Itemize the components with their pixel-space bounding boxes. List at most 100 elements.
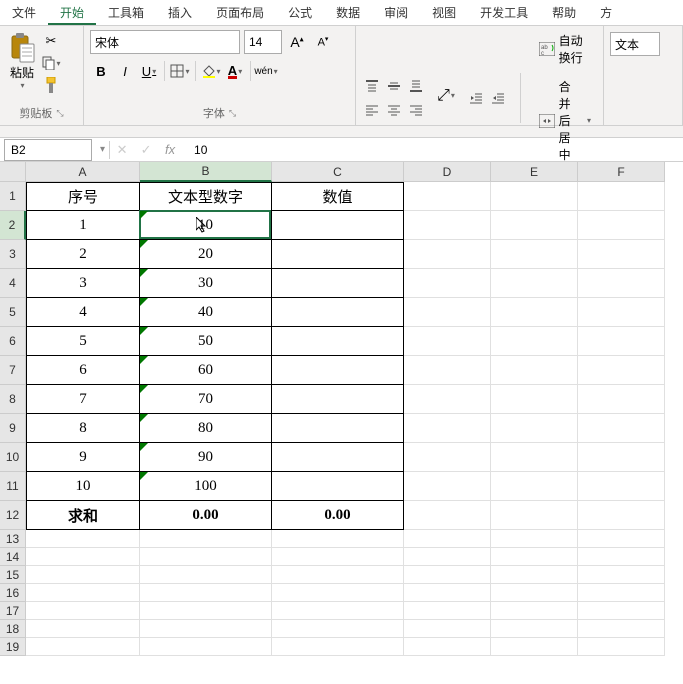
tab-data[interactable]: 数据 — [324, 0, 372, 25]
chevron-down-icon[interactable]: ▾ — [96, 144, 109, 155]
cell[interactable] — [491, 602, 578, 620]
italic-button[interactable]: I — [114, 60, 136, 82]
cell[interactable] — [404, 602, 491, 620]
col-header-b[interactable]: B — [140, 162, 272, 182]
cell[interactable] — [404, 182, 491, 211]
decrease-indent-button[interactable] — [466, 88, 486, 108]
cell[interactable] — [140, 638, 272, 656]
cell[interactable] — [26, 548, 140, 566]
cell[interactable] — [491, 240, 578, 269]
cell[interactable]: 8 — [26, 414, 140, 443]
cell[interactable] — [491, 356, 578, 385]
cell[interactable] — [578, 356, 665, 385]
font-name-input[interactable] — [90, 30, 240, 54]
cell[interactable] — [578, 211, 665, 240]
row-header-10[interactable]: 10 — [0, 443, 26, 472]
row-header-18[interactable]: 18 — [0, 620, 26, 638]
spreadsheet-grid[interactable]: A B C D E F 1234567891011121314151617181… — [0, 162, 683, 656]
cell[interactable] — [272, 356, 404, 385]
cell[interactable] — [491, 414, 578, 443]
tab-file[interactable]: 文件 — [0, 0, 48, 25]
cell[interactable] — [578, 443, 665, 472]
align-bottom-button[interactable] — [406, 76, 426, 96]
cell[interactable]: 60 — [140, 356, 272, 385]
cell[interactable] — [140, 566, 272, 584]
row-header-16[interactable]: 16 — [0, 584, 26, 602]
cell[interactable] — [578, 638, 665, 656]
cell[interactable] — [578, 414, 665, 443]
cell[interactable] — [272, 602, 404, 620]
cell[interactable] — [404, 472, 491, 501]
cell[interactable] — [578, 182, 665, 211]
cell[interactable]: 2 — [26, 240, 140, 269]
cell[interactable] — [140, 548, 272, 566]
cell[interactable] — [404, 327, 491, 356]
row-header-11[interactable]: 11 — [0, 472, 26, 501]
cell[interactable] — [578, 602, 665, 620]
expand-icon[interactable]: ⤡ — [56, 108, 63, 119]
cell[interactable]: 80 — [140, 414, 272, 443]
col-header-f[interactable]: F — [578, 162, 665, 182]
tab-page-layout[interactable]: 页面布局 — [204, 0, 276, 25]
cell[interactable]: 0.00 — [140, 501, 272, 530]
cell[interactable]: 5 — [26, 327, 140, 356]
cell[interactable]: 10 — [140, 211, 272, 240]
cell[interactable] — [578, 472, 665, 501]
cell[interactable] — [26, 638, 140, 656]
cell[interactable] — [491, 269, 578, 298]
font-color-button[interactable]: A ▾ — [224, 60, 246, 82]
cell[interactable] — [404, 356, 491, 385]
cell[interactable] — [578, 584, 665, 602]
cell[interactable] — [404, 638, 491, 656]
row-header-2[interactable]: 2 — [0, 211, 26, 240]
align-right-button[interactable] — [406, 100, 426, 120]
borders-button[interactable]: ▾ — [169, 60, 191, 82]
cut-button[interactable]: ✂ — [42, 32, 60, 50]
accept-formula-button[interactable]: ✓ — [134, 140, 158, 160]
increase-font-button[interactable]: A▴ — [286, 31, 308, 53]
cell[interactable]: 50 — [140, 327, 272, 356]
row-header-4[interactable]: 4 — [0, 269, 26, 298]
cell[interactable] — [578, 620, 665, 638]
cell[interactable] — [140, 584, 272, 602]
cell[interactable]: 1 — [26, 211, 140, 240]
row-header-17[interactable]: 17 — [0, 602, 26, 620]
cell[interactable] — [140, 602, 272, 620]
cell[interactable] — [578, 327, 665, 356]
cell[interactable] — [491, 584, 578, 602]
cell[interactable] — [404, 443, 491, 472]
cell[interactable]: 20 — [140, 240, 272, 269]
expand-icon[interactable]: ⤡ — [229, 108, 236, 119]
insert-function-button[interactable]: fx — [158, 140, 182, 160]
cell[interactable] — [26, 530, 140, 548]
col-header-d[interactable]: D — [404, 162, 491, 182]
wrap-text-button[interactable]: abc 自动换行 — [533, 30, 597, 68]
cell[interactable] — [578, 548, 665, 566]
cell[interactable] — [272, 298, 404, 327]
cell[interactable] — [491, 566, 578, 584]
cell[interactable] — [491, 182, 578, 211]
cell[interactable] — [404, 269, 491, 298]
cell[interactable] — [272, 548, 404, 566]
row-header-14[interactable]: 14 — [0, 548, 26, 566]
name-box[interactable] — [4, 139, 92, 161]
fill-color-button[interactable]: ▾ — [200, 60, 222, 82]
col-header-e[interactable]: E — [491, 162, 578, 182]
cell[interactable]: 100 — [140, 472, 272, 501]
align-center-button[interactable] — [384, 100, 404, 120]
cell[interactable] — [404, 530, 491, 548]
copy-button[interactable]: ▾ — [42, 54, 60, 72]
cell[interactable] — [404, 298, 491, 327]
cell[interactable] — [272, 566, 404, 584]
cell[interactable] — [272, 269, 404, 298]
row-header-12[interactable]: 12 — [0, 501, 26, 530]
cell[interactable] — [491, 638, 578, 656]
cell[interactable] — [491, 443, 578, 472]
cell[interactable] — [272, 638, 404, 656]
row-header-6[interactable]: 6 — [0, 327, 26, 356]
row-header-19[interactable]: 19 — [0, 638, 26, 656]
row-header-3[interactable]: 3 — [0, 240, 26, 269]
tab-home[interactable]: 开始 — [48, 0, 96, 25]
cell[interactable] — [491, 620, 578, 638]
cell[interactable] — [272, 385, 404, 414]
